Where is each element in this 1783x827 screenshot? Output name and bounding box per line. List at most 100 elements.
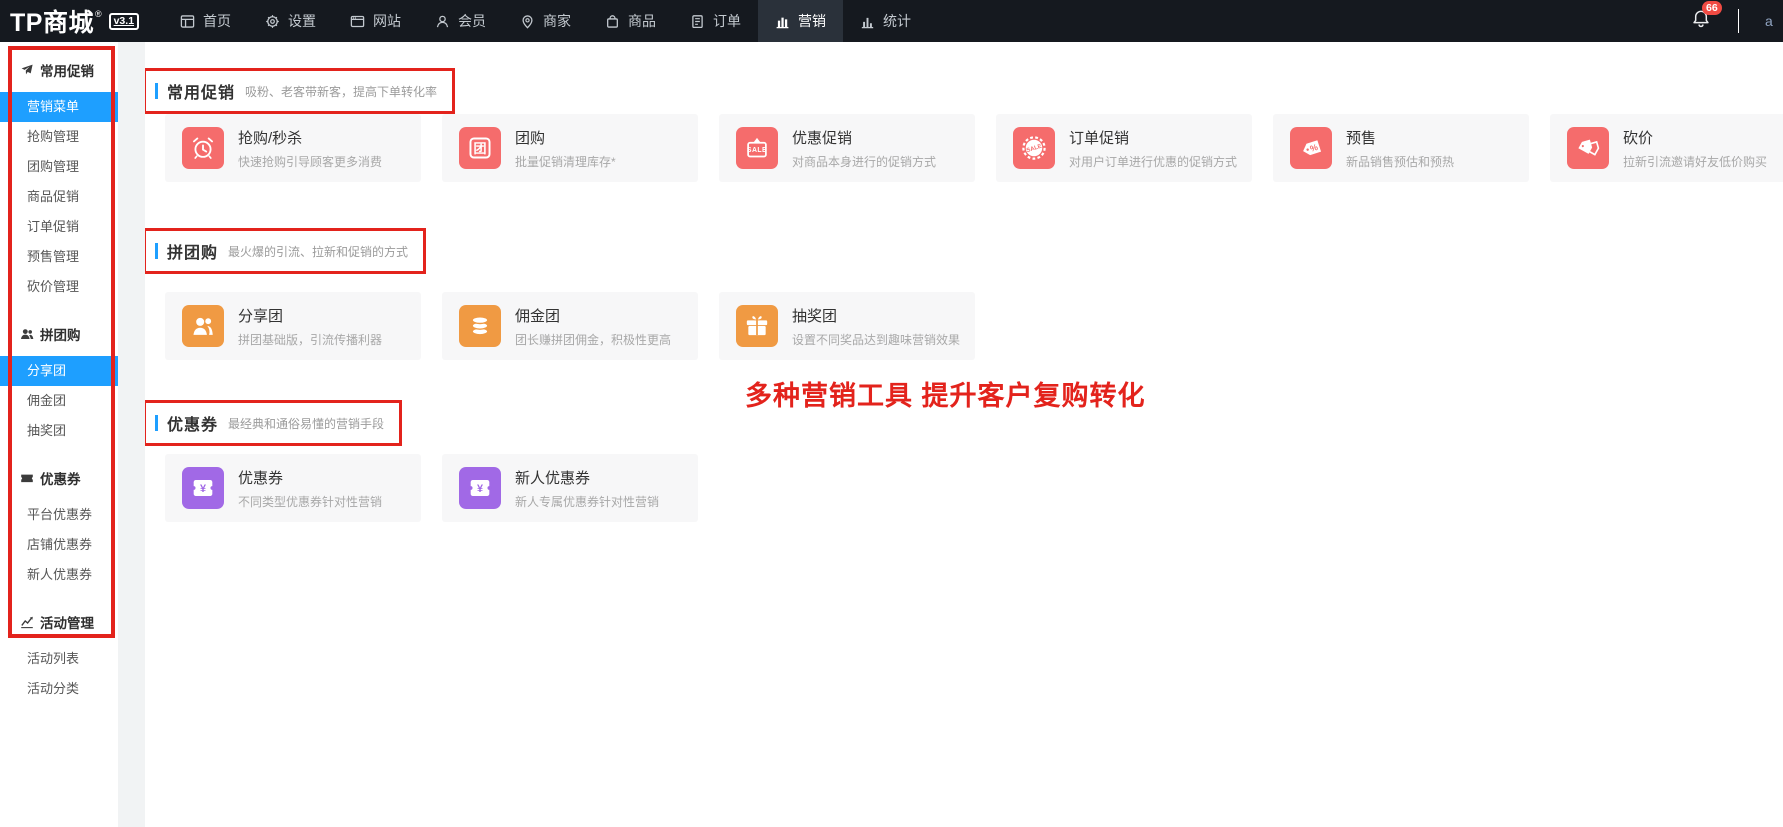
sidebar-group-coupon[interactable]: 优惠券: [0, 466, 118, 490]
sidebar-item-flash-manage[interactable]: 抢购管理: [0, 122, 118, 152]
version-badge: v3.1: [109, 13, 139, 30]
card-text: 佣金团团长赚拼团佣金，积极性更高: [515, 305, 671, 348]
nav-item-settings[interactable]: 设置: [248, 0, 333, 42]
sidebar-item-label: 新人优惠券: [27, 567, 92, 582]
nav-item-website[interactable]: 网站: [333, 0, 418, 42]
sidebar-item-label: 分享团: [27, 363, 66, 378]
card-new-user-coupon[interactable]: ¥新人优惠券新人专属优惠券针对性营销: [442, 454, 698, 522]
nav-item-label: 网站: [373, 11, 401, 31]
sidebar-item-share-group[interactable]: 分享团: [0, 356, 118, 386]
sidebar-group-pin-group-buy[interactable]: 拼团购: [0, 322, 118, 346]
card-desc: 新品销售预估和预热: [1346, 153, 1454, 170]
card-commission-group[interactable]: 佣金团团长赚拼团佣金，积极性更高: [442, 292, 698, 360]
sidebar-item-lottery-group[interactable]: 抽奖团: [0, 416, 118, 446]
sidebar-item-label: 抽奖团: [27, 423, 66, 438]
card-text: 优惠促销对商品本身进行的促销方式: [792, 127, 936, 170]
section-title: 拼团购: [167, 239, 218, 263]
card-desc: 不同类型优惠券针对性营销: [238, 493, 382, 510]
section-header-row: 常用促销吸粉、老客带新客，提高下单转化率: [145, 68, 1783, 114]
section-accent-bar: [155, 243, 158, 259]
sidebar-item-activity-list[interactable]: 活动列表: [0, 644, 118, 674]
nav-item-member[interactable]: 会员: [418, 0, 503, 42]
card-coupon[interactable]: ¥优惠券不同类型优惠券针对性营销: [165, 454, 421, 522]
sidebar-group-label: 优惠券: [40, 468, 81, 488]
sidebar-item-label: 佣金团: [27, 393, 66, 408]
sidebar-item-commission-group[interactable]: 佣金团: [0, 386, 118, 416]
notification-bell[interactable]: 66: [1690, 8, 1712, 35]
card-share-group[interactable]: 分享团拼团基础版，引流传播利器: [165, 292, 421, 360]
navbar-right: 66 a: [1690, 8, 1783, 35]
card-row: 抢购/秒杀快速抢购引导顾客更多消费团团购批量促销清理库存*SALE优惠促销对商品…: [165, 114, 1783, 182]
sidebar-group-label: 常用促销: [40, 60, 94, 80]
sidebar-item-activity-category[interactable]: 活动分类: [0, 674, 118, 704]
card-desc: 新人专属优惠券针对性营销: [515, 493, 659, 510]
card-group-buy[interactable]: 团团购批量促销清理库存*: [442, 114, 698, 182]
sidebar-item-marketing-menu[interactable]: 营销菜单: [0, 92, 118, 122]
website-icon: [350, 14, 365, 29]
card-presale[interactable]: %预售新品销售预估和预热: [1273, 114, 1529, 182]
sidebar-item-new-user-coupon[interactable]: 新人优惠券: [0, 560, 118, 590]
user-menu[interactable]: a: [1765, 13, 1775, 29]
card-text: 砍价拉新引流邀请好友低价购买: [1623, 127, 1767, 170]
sidebar-item-label: 商品促销: [27, 189, 79, 204]
sidebar-item-presale-manage[interactable]: 预售管理: [0, 242, 118, 272]
nav-item-merchant[interactable]: 商家: [503, 0, 588, 42]
card-desc: 拼团基础版，引流传播利器: [238, 331, 382, 348]
sidebar-item-order-promo[interactable]: 订单促销: [0, 212, 118, 242]
sidebar-item-product-promo[interactable]: 商品促销: [0, 182, 118, 212]
sidebar-item-label: 抢购管理: [27, 129, 79, 144]
section-title: 常用促销: [167, 79, 235, 103]
card-desc: 设置不同奖品达到趣味营销效果: [792, 331, 960, 348]
nav-item-product[interactable]: 商品: [588, 0, 673, 42]
sidebar-item-label: 营销菜单: [27, 99, 79, 114]
section-header-row: 拼团购最火爆的引流、拉新和促销的方式: [145, 228, 1783, 274]
card-title: 砍价: [1623, 127, 1767, 148]
gift-icon: [736, 305, 778, 347]
nav-item-label: 商家: [543, 11, 571, 31]
sidebar-group-activity-manage[interactable]: 活动管理: [0, 610, 118, 634]
sidebar-item-shop-coupon[interactable]: 店铺优惠券: [0, 530, 118, 560]
nav-item-label: 营销: [798, 11, 826, 31]
card-desc: 对用户订单进行优惠的促销方式: [1069, 153, 1237, 170]
product-icon: [605, 14, 620, 29]
nav-item-order[interactable]: 订单: [673, 0, 758, 42]
card-title: 分享团: [238, 305, 382, 326]
card-title: 优惠促销: [792, 127, 936, 148]
coupon-yen-icon: ¥: [182, 467, 224, 509]
section-accent-bar: [155, 415, 158, 431]
sidebar: 常用促销营销菜单抢购管理团购管理商品促销订单促销预售管理砍价管理拼团购分享团佣金…: [0, 42, 118, 827]
percent-tag-icon: %: [1290, 127, 1332, 169]
sidebar-group-common-promo[interactable]: 常用促销: [0, 58, 118, 82]
section-subtitle: 最经典和通俗易懂的营销手段: [228, 415, 384, 432]
annotation-box-pin-group-buy-header: 拼团购最火爆的引流、拉新和促销的方式: [145, 228, 426, 274]
app-logo[interactable]: TP商城® v3.1: [0, 3, 147, 39]
ticket-icon: [20, 471, 34, 485]
card-bargain[interactable]: 砍价拉新引流邀请好友低价购买: [1550, 114, 1783, 182]
card-title: 抢购/秒杀: [238, 127, 382, 148]
sidebar-group-label: 活动管理: [40, 612, 94, 632]
sidebar-item-platform-coupon[interactable]: 平台优惠券: [0, 500, 118, 530]
card-flash-sale[interactable]: 抢购/秒杀快速抢购引导顾客更多消费: [165, 114, 421, 182]
tags-icon: [1567, 127, 1609, 169]
nav-item-stats[interactable]: 统计: [843, 0, 928, 42]
annotation-box-common-promo-header: 常用促销吸粉、老客带新客，提高下单转化率: [145, 68, 455, 114]
sidebar-item-groupbuy-manage[interactable]: 团购管理: [0, 152, 118, 182]
marketing-icon: [775, 14, 790, 29]
section-accent-bar: [155, 83, 158, 99]
member-icon: [435, 14, 450, 29]
card-discount-promo[interactable]: SALE优惠促销对商品本身进行的促销方式: [719, 114, 975, 182]
annotation-box-coupon-header: 优惠券最经典和通俗易懂的营销手段: [145, 400, 402, 446]
gear-icon: [265, 14, 280, 29]
sale-badge-icon: SALE: [1013, 127, 1055, 169]
card-order-promo[interactable]: SALE订单促销对用户订单进行优惠的促销方式: [996, 114, 1252, 182]
bell-icon: [1690, 17, 1712, 34]
nav-item-marketing[interactable]: 营销: [758, 0, 843, 42]
home-icon: [180, 14, 195, 29]
app-logo-text: TP商城: [10, 3, 94, 39]
sidebar-item-bargain-manage[interactable]: 砍价管理: [0, 272, 118, 302]
sidebar-item-label: 团购管理: [27, 159, 79, 174]
card-lottery-group[interactable]: 抽奖团设置不同奖品达到趣味营销效果: [719, 292, 975, 360]
card-row: ¥优惠券不同类型优惠券针对性营销 ¥新人优惠券新人专属优惠券针对性营销: [165, 454, 1783, 522]
nav-item-home[interactable]: 首页: [163, 0, 248, 42]
section-title: 优惠券: [167, 411, 218, 435]
